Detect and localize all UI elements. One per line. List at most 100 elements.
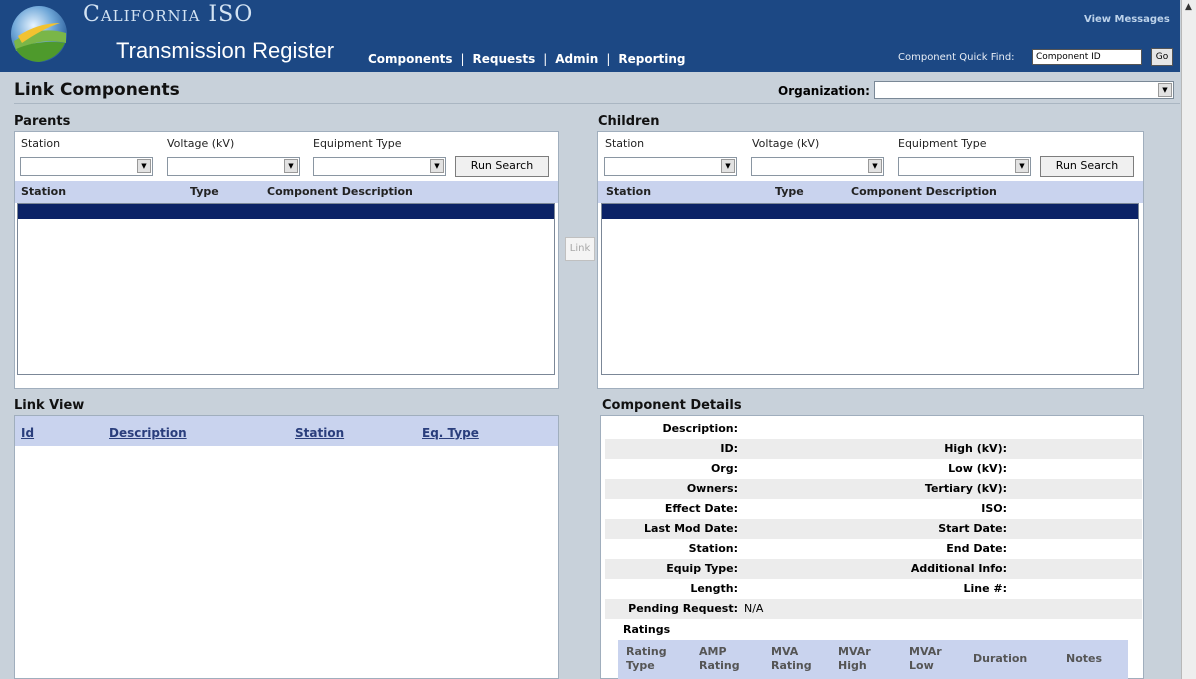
chevron-down-icon[interactable]: ▼ [721, 159, 735, 173]
chevron-down-icon[interactable]: ▼ [868, 159, 882, 173]
column-station[interactable]: Station [295, 426, 344, 440]
selected-row[interactable] [18, 204, 554, 219]
organization-label: Organization: [778, 84, 870, 98]
chevron-down-icon[interactable]: ▼ [284, 159, 298, 173]
tertiary-kv-label: Tertiary (kV): [924, 482, 1007, 495]
nav-separator: | [606, 52, 611, 66]
view-messages-link[interactable]: View Messages [1084, 14, 1170, 25]
chevron-down-icon[interactable]: ▼ [137, 159, 151, 173]
detail-row: Last Mod Date: Start Date: [605, 519, 1142, 539]
additional-info-label: Additional Info: [910, 562, 1007, 575]
nav-reporting[interactable]: Reporting [618, 52, 685, 66]
id-label: ID: [720, 442, 738, 455]
nav-separator: | [543, 52, 548, 66]
column-notes[interactable]: Notes [1066, 652, 1102, 666]
parents-list[interactable] [17, 203, 555, 375]
scroll-up-arrow-icon[interactable]: ▲ [1183, 2, 1194, 16]
last-mod-date-label: Last Mod Date: [644, 522, 738, 535]
column-mvar-low[interactable]: MVAr Low [909, 645, 942, 673]
detail-row: Equip Type: Additional Info: [605, 559, 1142, 579]
california-iso-logo-icon [11, 6, 67, 62]
low-kv-label: Low (kV): [948, 462, 1007, 475]
pending-request-value: N/A [744, 602, 764, 615]
parents-voltage-select[interactable]: ▼ [167, 157, 300, 176]
column-mvar-high[interactable]: MVAr High [838, 645, 871, 673]
parents-voltage-label: Voltage (kV) [167, 137, 235, 150]
brand-title: California ISO [83, 2, 254, 27]
parents-station-label: Station [21, 137, 61, 150]
column-station[interactable]: Station [21, 185, 66, 198]
owners-label: Owners: [686, 482, 738, 495]
length-label: Length: [690, 582, 738, 595]
quick-find-input[interactable]: Component ID [1032, 49, 1142, 65]
quick-find-go-button[interactable]: Go [1151, 48, 1173, 66]
ratings-grid-header: Rating Type AMP Rating MVA Rating MVAr High … [618, 640, 1128, 679]
column-eq-type[interactable]: Eq. Type [422, 426, 479, 440]
quick-find-label: Component Quick Find: [898, 52, 1015, 63]
org-label: Org: [710, 462, 738, 475]
station-label: Station: [688, 542, 738, 555]
parents-equipment-type-select[interactable]: ▼ [313, 157, 446, 176]
nav-requests[interactable]: Requests [473, 52, 536, 66]
detail-row: Station: End Date: [605, 539, 1142, 559]
detail-row: Effect Date: ISO: [605, 499, 1142, 519]
equip-type-label: Equip Type: [666, 562, 738, 575]
page-title: Link Components [14, 80, 180, 100]
children-voltage-label: Voltage (kV) [752, 137, 820, 150]
nav-admin[interactable]: Admin [555, 52, 598, 66]
organization-select[interactable]: ▼ [874, 81, 1174, 99]
children-list[interactable] [601, 203, 1139, 375]
description-label: Description: [662, 422, 738, 435]
detail-row: Length: Line #: [605, 579, 1142, 599]
column-component-description[interactable]: Component Description [851, 185, 997, 198]
page-scrollbar[interactable] [1181, 0, 1196, 679]
chevron-down-icon[interactable]: ▼ [1015, 159, 1029, 173]
children-equipment-type-label: Equipment Type [898, 137, 987, 150]
effect-date-label: Effect Date: [664, 502, 738, 515]
end-date-label: End Date: [946, 542, 1007, 555]
parents-station-select[interactable]: ▼ [20, 157, 153, 176]
nav-components[interactable]: Components [368, 52, 453, 66]
column-component-description[interactable]: Component Description [267, 185, 413, 198]
high-kv-label: High (kV): [944, 442, 1007, 455]
column-type[interactable]: Type [190, 185, 219, 198]
column-id[interactable]: Id [21, 426, 34, 440]
children-title: Children [598, 114, 660, 129]
detail-row: ID: High (kV): [605, 439, 1142, 459]
parents-equipment-type-label: Equipment Type [313, 137, 402, 150]
children-grid-header: Station Type Component Description [598, 181, 1143, 203]
parents-run-search-button[interactable]: Run Search [455, 156, 549, 177]
link-view-title: Link View [14, 398, 85, 413]
children-voltage-select[interactable]: ▼ [751, 157, 884, 176]
column-amp-rating[interactable]: AMP Rating [699, 645, 740, 673]
detail-row: Description: [605, 419, 1142, 439]
selected-row[interactable] [602, 204, 1138, 219]
link-view-grid-header: Id Description Station Eq. Type [15, 416, 558, 446]
app-name: Transmission Register [116, 38, 335, 63]
detail-row: Pending Request: N/A [605, 599, 1142, 619]
nav-separator: | [460, 52, 465, 66]
children-run-search-button[interactable]: Run Search [1040, 156, 1134, 177]
ratings-title: Ratings [623, 623, 671, 636]
children-station-label: Station [605, 137, 645, 150]
chevron-down-icon[interactable]: ▼ [1158, 83, 1172, 97]
column-station[interactable]: Station [606, 185, 651, 198]
pending-request-label: Pending Request: [628, 602, 738, 615]
component-details-title: Component Details [602, 398, 742, 413]
parents-grid-header: Station Type Component Description [15, 181, 558, 203]
chevron-down-icon[interactable]: ▼ [430, 159, 444, 173]
link-view-panel [14, 415, 559, 679]
column-description[interactable]: Description [109, 426, 187, 440]
children-station-select[interactable]: ▼ [604, 157, 737, 176]
line-number-label: Line #: [963, 582, 1007, 595]
link-button[interactable]: Link [565, 237, 595, 261]
divider [14, 103, 1180, 104]
start-date-label: Start Date: [938, 522, 1007, 535]
children-equipment-type-select[interactable]: ▼ [898, 157, 1031, 176]
column-mva-rating[interactable]: MVA Rating [771, 645, 812, 673]
column-duration[interactable]: Duration [973, 652, 1027, 666]
column-rating-type[interactable]: Rating Type [626, 645, 667, 673]
parents-title: Parents [14, 114, 71, 129]
detail-row: Owners: Tertiary (kV): [605, 479, 1142, 499]
column-type[interactable]: Type [775, 185, 804, 198]
